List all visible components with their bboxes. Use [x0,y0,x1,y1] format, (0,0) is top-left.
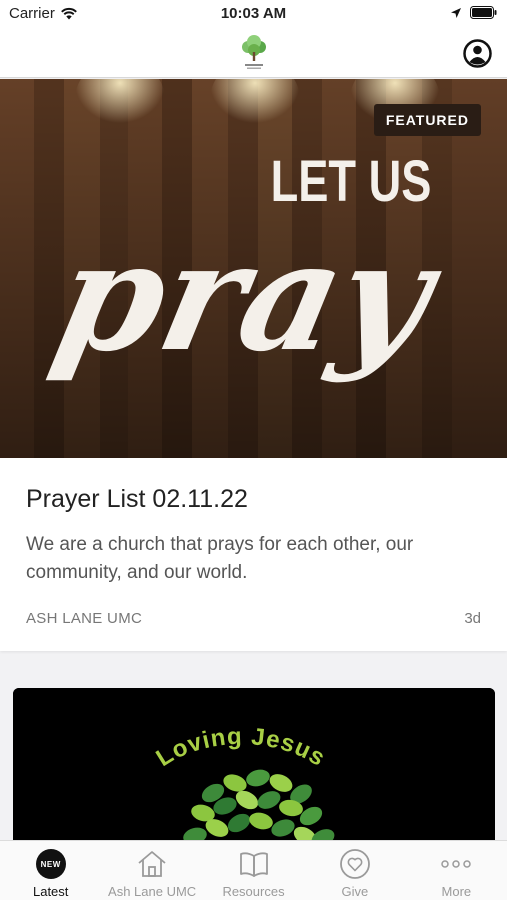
card-description: We are a church that prays for each othe… [26,534,414,583]
tab-label: More [441,884,472,899]
card-age: 3d [464,610,481,627]
nav-bar [0,28,507,78]
tab-label: Give [341,884,369,899]
featured-card[interactable]: LET US pray FEATURED Prayer List 02.11.2… [0,79,507,651]
tab-give[interactable]: Give [304,841,405,900]
content-card[interactable]: Loving Jesus [13,688,495,848]
battery-icon [470,6,497,19]
tab-ash-lane-umc[interactable]: Ash Lane UMC [101,841,202,900]
heart-icon [340,849,370,879]
church-logo [242,35,266,69]
profile-icon[interactable] [463,39,492,68]
status-bar: Carrier 10:03 AM [0,0,507,28]
loving-jesus-image: Loving Jesus [13,688,495,848]
tab-label: Resources [222,884,285,899]
new-badge: NEW [35,849,66,879]
image-script-text: pray [41,209,455,385]
tab-more[interactable]: More [406,841,507,900]
book-icon [239,852,268,877]
location-arrow-icon [451,7,461,18]
image-heading: LET US [271,150,432,215]
status-time: 10:03 AM [220,5,287,22]
tab-label: Ash Lane UMC [108,884,197,899]
new-badge-icon: NEW [35,848,67,880]
tab-resources[interactable]: Resources [203,841,304,900]
more-icon [441,860,472,868]
featured-badge: FEATURED [373,104,481,136]
tab-label: Latest [32,884,69,899]
tab-bar: NEW Latest Ash Lane UMC Resources Give M… [0,840,507,900]
home-icon [138,851,166,877]
tab-latest[interactable]: NEW Latest [0,841,101,900]
card-source: ASH LANE UMC [26,610,143,627]
card-title[interactable]: Prayer List 02.11.22 [26,485,248,514]
